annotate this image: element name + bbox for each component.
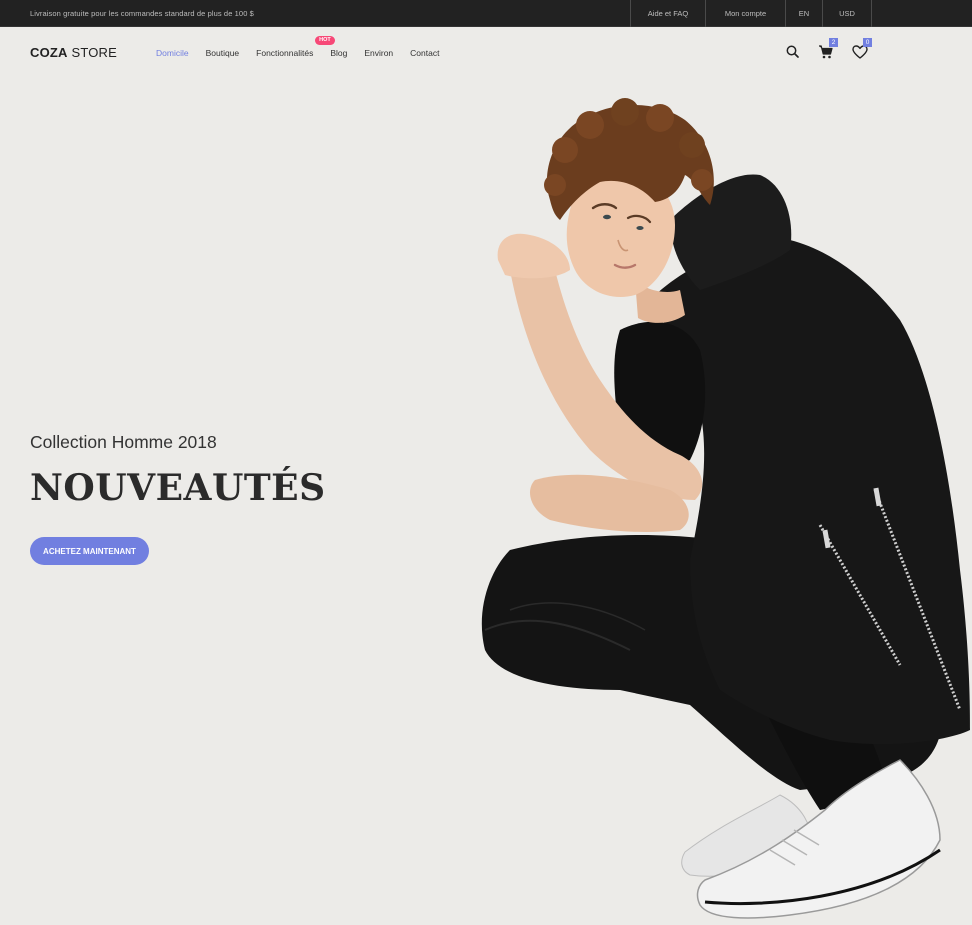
search-button[interactable] [784,43,802,61]
nav-item-features-label: Fonctionnalités [256,48,314,58]
search-icon [786,45,799,58]
shipping-message: Livraison gratuite pour les commandes st… [30,9,254,18]
shop-now-button[interactable]: ACHETEZ MAINTENANT [30,537,149,565]
nav-item-about[interactable]: Environ [364,47,393,59]
nav-item-contact[interactable]: Contact [410,47,439,59]
hero-subtitle: Collection Homme 2018 [30,432,217,452]
nav-item-home[interactable]: Domicile [156,47,189,59]
language-selector[interactable]: EN [785,0,822,27]
nav-item-shop[interactable]: Boutique [206,47,240,59]
top-bar-links: Aide et FAQ Mon compte EN USD [630,0,872,27]
nav-item-features[interactable]: Fonctionnalités HOT [256,36,335,59]
hot-badge: HOT [315,36,335,45]
wishlist-button[interactable]: 0 [851,38,872,61]
hero-model-image [481,98,970,919]
wishlist-count-badge: 0 [863,38,872,47]
help-faq-link[interactable]: Aide et FAQ [630,0,705,27]
top-bar: Livraison gratuite pour les commandes st… [0,0,972,27]
logo[interactable]: COZA STORE [30,45,117,60]
logo-bold-text: COZA [30,45,68,60]
cart-button[interactable]: 2 [817,38,838,61]
nav-item-blog[interactable]: Blog [330,47,347,59]
cart-count-badge: 2 [829,38,838,47]
main-header: COZA STORE Domicile Boutique Fonctionnal… [0,27,972,79]
currency-selector[interactable]: USD [822,0,872,27]
main-nav: Domicile Boutique Fonctionnalités HOT Bl… [156,36,456,59]
logo-light-text: STORE [67,45,118,60]
hero-title: NOUVEAUTÉS [30,467,326,509]
my-account-link[interactable]: Mon compte [705,0,785,27]
